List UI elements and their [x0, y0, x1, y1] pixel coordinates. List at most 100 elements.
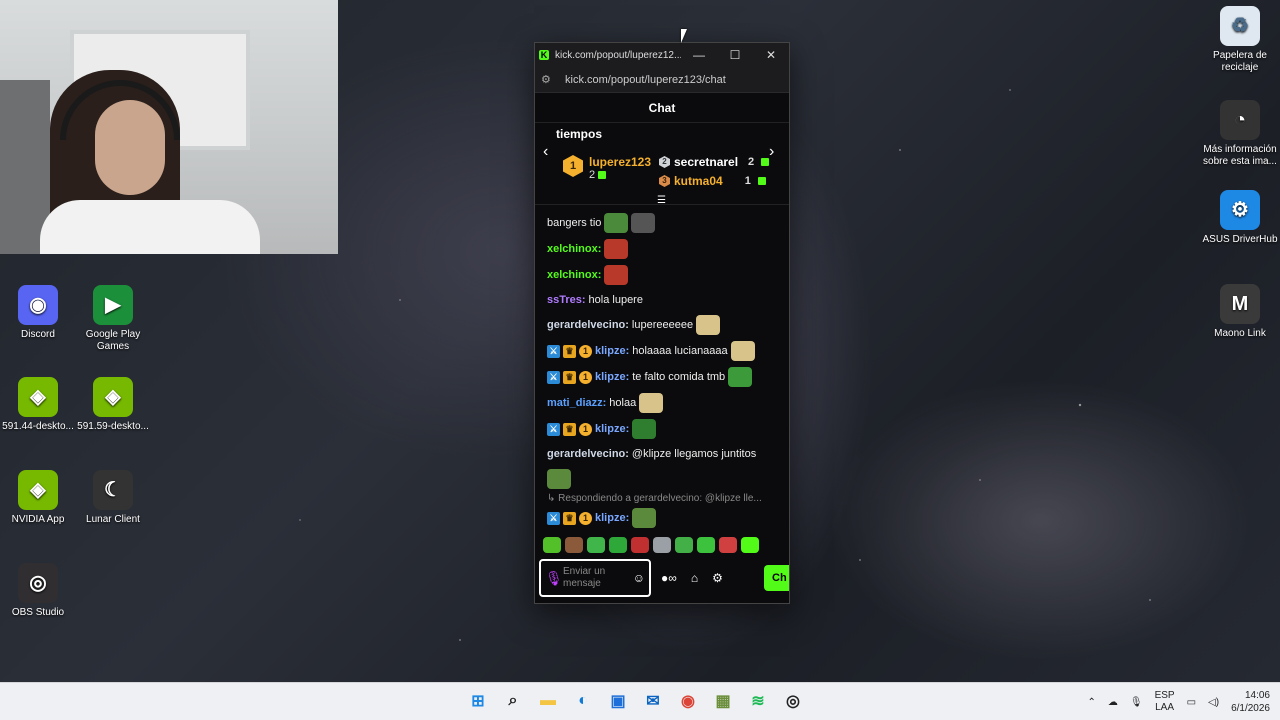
- chat-username[interactable]: gerardelvecino:: [547, 317, 629, 333]
- kick-points-icon[interactable]: ●∞: [661, 571, 677, 585]
- desktop-icon[interactable]: ◔ Más información sobre esta ima...: [1202, 100, 1278, 168]
- subscriber-badge-icon: 1: [579, 511, 592, 525]
- info-icon: ◔: [1220, 100, 1260, 140]
- chat-message[interactable]: ⚔ ♛ 1 klipze:: [547, 419, 779, 439]
- quick-emote-icon[interactable]: [697, 537, 715, 553]
- collapse-leaderboard-icon[interactable]: ☰: [657, 195, 666, 206]
- edge-icon[interactable]: ◐: [569, 687, 597, 715]
- desktop-icon[interactable]: ◉ Discord: [0, 285, 76, 341]
- chat-message[interactable]: ⚔ ♛ 1 klipze: holaaaa lucianaaaa: [547, 341, 779, 361]
- window-titlebar[interactable]: K kick.com/popout/luperez12... — ☐ ✕: [535, 43, 789, 67]
- quick-emote-icon[interactable]: [653, 537, 671, 553]
- chat-messages[interactable]: bangers tio xelchinox: xelchinox: ssTres: ho…: [535, 207, 789, 531]
- microphone-icon[interactable]: 🎙: [545, 570, 563, 587]
- outlook-icon[interactable]: ✉: [639, 687, 667, 715]
- subscriber-badge-icon: 1: [579, 370, 592, 384]
- chat-message-text: hola lupere: [588, 294, 643, 306]
- network-icon[interactable]: ▭: [1187, 697, 1196, 708]
- clock-time: 14:06: [1244, 690, 1270, 701]
- quick-emote-icon[interactable]: [565, 537, 583, 553]
- search-icon[interactable]: ⌕: [499, 687, 527, 715]
- chat-username[interactable]: gerardelvecino:: [547, 446, 629, 462]
- minimize-icon[interactable]: —: [681, 48, 717, 62]
- desktop-icon[interactable]: ☾ Lunar Client: [75, 470, 151, 526]
- chevron-right-icon[interactable]: ›: [769, 143, 774, 161]
- chat-message[interactable]: gerardelvecino: @klipze llegamos juntitos: [547, 445, 779, 463]
- obs-taskbar-icon[interactable]: ◎: [779, 687, 807, 715]
- chat-username[interactable]: klipze:: [595, 421, 629, 437]
- emoji-icon[interactable]: ☺: [633, 571, 645, 585]
- quick-emote-icon[interactable]: [719, 537, 737, 553]
- crown-badge-icon: ♛: [563, 344, 576, 358]
- quick-emote-icon[interactable]: [543, 537, 561, 553]
- chat-message[interactable]: gerardelvecino: lupereeeeee: [547, 315, 779, 335]
- desktop-icon[interactable]: M Maono Link: [1202, 284, 1278, 340]
- quick-emote-icon[interactable]: [609, 537, 627, 553]
- leaderboard-second-count: 2: [748, 156, 755, 168]
- desktop-icon[interactable]: ⚙ ASUS DriverHub: [1202, 190, 1278, 246]
- emote-quick-bar: [543, 537, 759, 553]
- chevron-up-icon[interactable]: ⌃: [1087, 697, 1095, 708]
- desktop-icon[interactable]: ◈ 591.59-deskto...: [75, 377, 151, 433]
- quick-emote-icon[interactable]: [675, 537, 693, 553]
- chat-username[interactable]: mati_diazz:: [547, 395, 606, 411]
- quick-emote-icon[interactable]: [741, 537, 759, 553]
- chat-username[interactable]: klipze:: [595, 343, 629, 359]
- gift-shop-icon[interactable]: ⌂: [691, 571, 698, 585]
- desktop-icon[interactable]: ◈ 591.44-deskto...: [0, 377, 76, 433]
- maximize-icon[interactable]: ☐: [717, 48, 753, 62]
- chat-username[interactable]: klipze:: [595, 369, 629, 385]
- google-play-games-icon: ▶: [93, 285, 133, 325]
- chat-message[interactable]: ⚔ ♛ 1 klipze:: [547, 508, 779, 528]
- desktop-icon-label: Lunar Client: [86, 514, 140, 525]
- chat-input[interactable]: 🎙 Enviar un mensaje ☺: [539, 559, 651, 597]
- desktop-icon-label: Papelera de reciclaje: [1213, 50, 1267, 73]
- leaderboard-first-name[interactable]: luperez123: [589, 155, 651, 169]
- start-icon[interactable]: ⊞: [464, 687, 492, 715]
- cloud-icon[interactable]: ☁: [1108, 697, 1118, 708]
- chat-message[interactable]: xelchinox:: [547, 239, 779, 259]
- spotify-icon[interactable]: ≋: [744, 687, 772, 715]
- chat-message[interactable]: mati_diazz: holaa: [547, 393, 779, 413]
- quick-emote-icon[interactable]: [587, 537, 605, 553]
- emote-icon: [728, 367, 753, 387]
- language-indicator[interactable]: ESP LAA: [1155, 690, 1175, 714]
- gift-icon: [761, 158, 770, 166]
- chat-username[interactable]: klipze:: [595, 510, 629, 526]
- kick-chat-popup-window[interactable]: K kick.com/popout/luperez12... — ☐ ✕ ⚙ k…: [534, 42, 790, 604]
- chat-message[interactable]: xelchinox:: [547, 265, 779, 285]
- desktop-icon-label: 591.44-deskto...: [2, 421, 74, 432]
- quick-emote-icon[interactable]: [631, 537, 649, 553]
- desktop-icon[interactable]: ◎ OBS Studio: [0, 563, 76, 619]
- chat-username[interactable]: ssTres:: [547, 292, 586, 308]
- gear-icon[interactable]: ⚙: [712, 571, 723, 585]
- desktop-icon[interactable]: ▶ Google Play Games: [75, 285, 151, 353]
- emote-icon: [696, 315, 721, 335]
- send-chat-button[interactable]: Ch: [764, 565, 789, 591]
- silver-medal-icon: 2: [659, 156, 670, 168]
- volume-icon[interactable]: ◁): [1208, 697, 1219, 708]
- clock-date: 6/1/2026: [1231, 703, 1270, 714]
- file-explorer-icon[interactable]: ▬: [534, 687, 562, 715]
- chrome-icon[interactable]: ◉: [674, 687, 702, 715]
- close-icon[interactable]: ✕: [753, 48, 789, 62]
- chat-username[interactable]: xelchinox:: [547, 241, 601, 257]
- microphone-tray-icon[interactable]: 🎙: [1130, 697, 1143, 708]
- clock[interactable]: 14:06 6/1/2026: [1231, 689, 1270, 715]
- gift-leaderboard: tiempos ‹ › 1 luperez123 2 2 secretnarel…: [535, 123, 789, 206]
- leaderboard-second-name[interactable]: secretnarel: [674, 155, 738, 169]
- leaderboard-third-name[interactable]: kutma04: [674, 174, 723, 188]
- reply-context[interactable]: ↳ Respondiendo a gerardelvecino: @klipze…: [547, 493, 779, 504]
- site-settings-icon[interactable]: ⚙: [541, 73, 557, 86]
- desktop-icon[interactable]: ◈ NVIDIA App: [0, 470, 76, 526]
- chat-username[interactable]: xelchinox:: [547, 267, 601, 283]
- desktop-icon[interactable]: ♻ Papelera de reciclaje: [1202, 6, 1278, 74]
- minecraft-icon[interactable]: ▦: [709, 687, 737, 715]
- chat-message[interactable]: ⚔ ♛ 1 klipze: te falto comida tmb: [547, 367, 779, 387]
- store-icon[interactable]: ▣: [604, 687, 632, 715]
- chevron-left-icon[interactable]: ‹: [543, 143, 548, 161]
- maono-link-icon: M: [1220, 284, 1260, 324]
- address-bar[interactable]: ⚙ kick.com/popout/luperez123/chat: [535, 67, 789, 93]
- chat-message[interactable]: bangers tio: [547, 213, 779, 233]
- chat-message[interactable]: ssTres: hola lupere: [547, 291, 779, 309]
